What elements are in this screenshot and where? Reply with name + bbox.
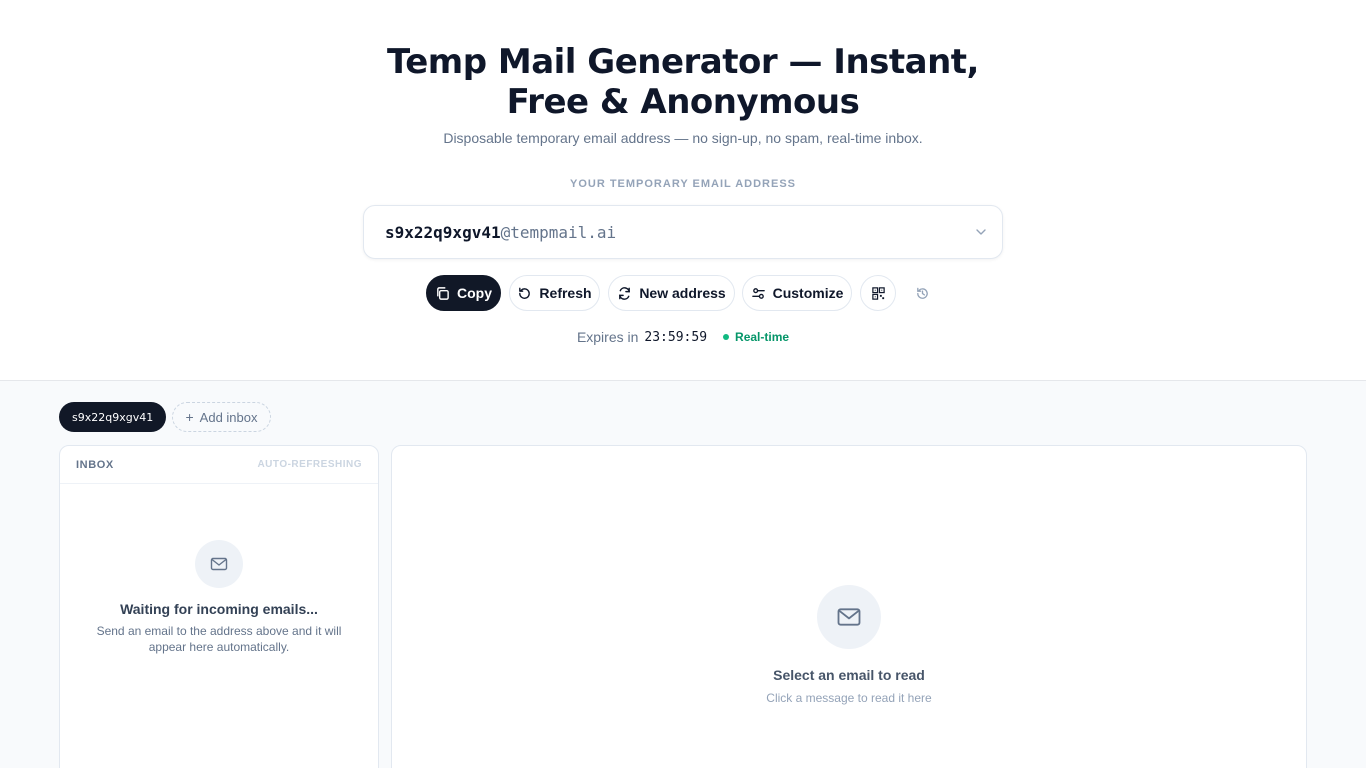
page-subtitle: Disposable temporary email address — no … bbox=[443, 130, 923, 146]
customize-icon bbox=[751, 287, 765, 299]
new-address-label: New address bbox=[639, 285, 726, 301]
history-button[interactable] bbox=[904, 275, 940, 311]
expiry-timer: 23:59:59 bbox=[644, 329, 708, 345]
new-address-icon bbox=[619, 286, 631, 300]
qr-code-button[interactable] bbox=[860, 275, 896, 311]
inbox-empty-text: Send an email to the address above and i… bbox=[96, 624, 342, 654]
copy-button[interactable]: Copy bbox=[426, 275, 501, 311]
refresh-icon bbox=[519, 287, 531, 299]
reader-empty-title: Select an email to read bbox=[773, 667, 925, 683]
inbox-tab-active[interactable]: s9x22q9xgv41 bbox=[59, 402, 167, 432]
address-label: YOUR TEMPORARY EMAIL ADDRESS bbox=[569, 178, 797, 190]
realtime-label: Real-time bbox=[735, 330, 790, 344]
add-inbox-button[interactable]: + Add inbox bbox=[172, 402, 271, 432]
mail-icon bbox=[817, 585, 881, 649]
copy-icon bbox=[437, 286, 449, 300]
email-domain: @tempmail.ai bbox=[500, 223, 617, 242]
expiry-status: Expires in 23:59:59 Real-time bbox=[0, 329, 1366, 345]
expires-label: Expires in bbox=[576, 329, 639, 345]
new-address-button[interactable]: New address bbox=[608, 275, 735, 311]
realtime-dot-icon bbox=[723, 334, 730, 340]
history-icon bbox=[916, 287, 928, 299]
customize-label: Customize bbox=[772, 285, 844, 301]
reader-empty-text: Click a message to read it here bbox=[766, 691, 932, 705]
copy-label: Copy bbox=[457, 285, 492, 301]
inbox-title: INBOX bbox=[76, 458, 114, 471]
inbox-section: s9x22q9xgv41 + Add inbox INBOX AUTO-REFR… bbox=[0, 381, 1366, 768]
email-username: s9x22q9xgv41 bbox=[385, 223, 501, 242]
add-inbox-label: Add inbox bbox=[199, 409, 258, 425]
message-reader-panel: Select an email to read Click a message … bbox=[391, 445, 1307, 768]
plus-icon: + bbox=[185, 409, 194, 425]
refresh-label: Refresh bbox=[539, 285, 592, 301]
auto-refresh-label: AUTO-REFRESHING bbox=[257, 459, 362, 470]
refresh-button[interactable]: Refresh bbox=[509, 275, 600, 311]
action-row: Copy Refresh New address Customize bbox=[0, 275, 1366, 311]
qr-code-icon bbox=[871, 286, 885, 300]
customize-button[interactable]: Customize bbox=[742, 275, 852, 311]
email-address-box[interactable]: s9x22q9xgv41@tempmail.ai bbox=[363, 205, 1003, 259]
inbox-header: INBOX AUTO-REFRESHING bbox=[60, 446, 378, 484]
page-title: Temp Mail Generator — Instant, Free & An… bbox=[387, 42, 979, 122]
email-address: s9x22q9xgv41@tempmail.ai bbox=[385, 223, 616, 242]
hero-section: Temp Mail Generator — Instant, Free & An… bbox=[0, 0, 1366, 381]
inbox-empty-title: Waiting for incoming emails... bbox=[120, 601, 318, 617]
inbox-panel: INBOX AUTO-REFRESHING Waiting for incomi… bbox=[59, 445, 379, 768]
chevron-down-icon[interactable] bbox=[974, 225, 988, 239]
mail-icon bbox=[195, 540, 243, 588]
